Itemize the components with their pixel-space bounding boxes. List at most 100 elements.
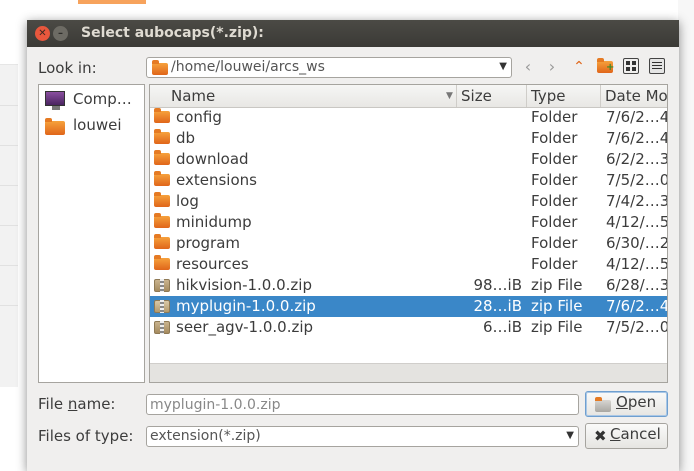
cancel-button[interactable]: ✖ Cancel <box>585 423 668 449</box>
file-name-input[interactable]: myplugin-1.0.0.zip <box>146 394 579 415</box>
chevron-down-icon: ▼ <box>499 61 507 72</box>
file-date-cell: 7/6/2…4 <box>606 297 668 315</box>
cancel-button-label: Cancel <box>610 425 661 443</box>
file-type-combo[interactable]: extension(*.zip) ▼ <box>146 426 579 447</box>
file-size-cell: 28…iB <box>473 297 522 315</box>
minimize-icon[interactable]: – <box>53 26 68 41</box>
file-name-label-pre: File <box>38 395 68 413</box>
background-accent-bar <box>78 0 146 4</box>
column-header-size[interactable]: Size <box>461 87 492 105</box>
file-type-cell: Folder <box>531 213 578 231</box>
file-type-cell: Folder <box>531 108 578 126</box>
table-row[interactable]: resources Folder 4/12/…5 <box>150 254 668 275</box>
file-name-cell: myplugin-1.0.0.zip <box>176 297 316 315</box>
column-header-name[interactable]: Name <box>171 87 215 105</box>
file-date-cell: 7/5/2…0 <box>606 171 668 189</box>
computer-icon <box>45 91 65 110</box>
file-name-cell: hikvision-1.0.0.zip <box>176 276 312 294</box>
list-view-icon[interactable] <box>623 58 639 74</box>
folder-icon <box>154 213 170 228</box>
file-name-label: File name: <box>38 395 115 413</box>
table-row[interactable]: download Folder 6/2/2…3 <box>150 149 668 170</box>
file-type-cell: zip File <box>531 318 583 336</box>
places-sidebar: Comp… louwei <box>38 84 145 383</box>
cancel-x-icon: ✖ <box>594 427 607 445</box>
place-label: Comp… <box>73 90 132 108</box>
forward-icon[interactable]: › <box>541 56 563 78</box>
close-icon[interactable]: ✕ <box>35 26 50 41</box>
file-date-cell: 7/6/2…4 <box>606 129 668 147</box>
folder-icon <box>154 234 170 249</box>
folder-icon <box>154 255 170 270</box>
chevron-down-icon: ▼ <box>566 430 574 441</box>
file-date-cell: 7/4/2…3 <box>606 192 668 210</box>
file-type-cell: Folder <box>531 192 578 210</box>
table-row[interactable]: extensions Folder 7/5/2…0 <box>150 170 668 191</box>
sort-indicator-icon: ▼ <box>446 91 453 101</box>
file-name-cell: download <box>176 150 249 168</box>
table-row[interactable]: myplugin-1.0.0.zip 28…iB zip File 7/6/2…4 <box>150 296 668 317</box>
file-size-cell: 98…iB <box>473 276 522 294</box>
zip-file-icon <box>154 279 170 292</box>
zip-file-icon <box>154 300 170 313</box>
folder-icon <box>152 60 168 75</box>
file-name-cell: seer_agv-1.0.0.zip <box>176 318 314 336</box>
place-louwei[interactable]: louwei <box>43 115 143 137</box>
folder-icon <box>154 171 170 186</box>
file-size-cell: 6…iB <box>482 318 522 336</box>
file-name-cell: extensions <box>176 171 257 189</box>
detail-view-icon[interactable] <box>649 58 665 74</box>
look-in-path: /home/louwei/arcs_ws <box>171 59 325 75</box>
file-type-cell: zip File <box>531 276 583 294</box>
folder-icon <box>154 150 170 165</box>
new-folder-icon[interactable]: + <box>597 58 615 74</box>
table-row[interactable]: minidump Folder 4/12/…5 <box>150 212 667 233</box>
file-type-cell: Folder <box>531 171 578 189</box>
dialog-title: Select aubocaps(*.zip): <box>81 25 264 41</box>
horizontal-scrollbar[interactable] <box>150 363 667 382</box>
file-name-cell: minidump <box>176 213 252 231</box>
file-date-cell: 6/28/…3 <box>606 276 668 294</box>
file-name-cell: log <box>176 192 199 210</box>
open-button[interactable]: Open <box>585 391 668 417</box>
file-type-label: Files of type: <box>38 427 134 445</box>
folder-icon <box>45 118 65 135</box>
file-type-value: extension(*.zip) <box>150 428 261 444</box>
table-row[interactable]: seer_agv-1.0.0.zip 6…iB zip File 7/5/2…0 <box>150 317 668 338</box>
file-dialog: ✕ – Select aubocaps(*.zip): Look in: /ho… <box>27 20 679 471</box>
look-in-combo[interactable]: /home/louwei/arcs_ws ▼ <box>146 57 512 78</box>
file-date-cell: 7/5/2…0 <box>606 318 668 336</box>
zip-file-icon <box>154 321 170 334</box>
table-row[interactable]: log Folder 7/4/2…3 <box>150 191 668 212</box>
folder-icon <box>154 129 170 144</box>
file-name-label-post: ame: <box>77 395 116 413</box>
file-date-cell: 6/2/2…3 <box>606 150 668 168</box>
file-type-cell: Folder <box>531 255 578 273</box>
plus-icon: + <box>606 62 615 73</box>
column-header-date[interactable]: Date Mo <box>605 87 667 105</box>
file-date-cell: 4/12/…5 <box>606 255 668 273</box>
file-type-cell: Folder <box>531 129 578 147</box>
place-label: louwei <box>73 116 122 134</box>
file-date-cell: 6/30/…2 <box>606 234 668 252</box>
table-row[interactable]: hikvision-1.0.0.zip 98…iB zip File 6/28/…3 <box>150 275 668 296</box>
file-name-label-mnemonic: n <box>67 395 78 413</box>
column-header-type[interactable]: Type <box>531 87 565 105</box>
file-type-cell: Folder <box>531 150 578 168</box>
background-right-strip <box>678 0 694 471</box>
file-name-cell: resources <box>176 255 249 273</box>
file-type-cell: Folder <box>531 234 578 252</box>
background-panel <box>0 64 18 387</box>
open-button-label: Open <box>616 393 657 411</box>
folder-icon <box>154 192 170 207</box>
place-computer[interactable]: Comp… <box>43 89 143 111</box>
file-date-cell: 7/6/2…4 <box>606 108 668 126</box>
look-in-label: Look in: <box>38 59 97 77</box>
file-list: Name ▼ Size Type Date Mo config Folder 7/6… <box>149 84 668 383</box>
parent-dir-icon[interactable]: ⌃ <box>568 56 590 78</box>
table-row[interactable]: db Folder 7/6/2…4 <box>150 128 668 149</box>
back-icon[interactable]: ‹ <box>517 56 539 78</box>
file-name-cell: program <box>176 234 241 252</box>
table-row[interactable]: program Folder 6/30/…2 <box>150 233 668 254</box>
table-row[interactable]: config Folder 7/6/2…4 <box>150 107 668 128</box>
